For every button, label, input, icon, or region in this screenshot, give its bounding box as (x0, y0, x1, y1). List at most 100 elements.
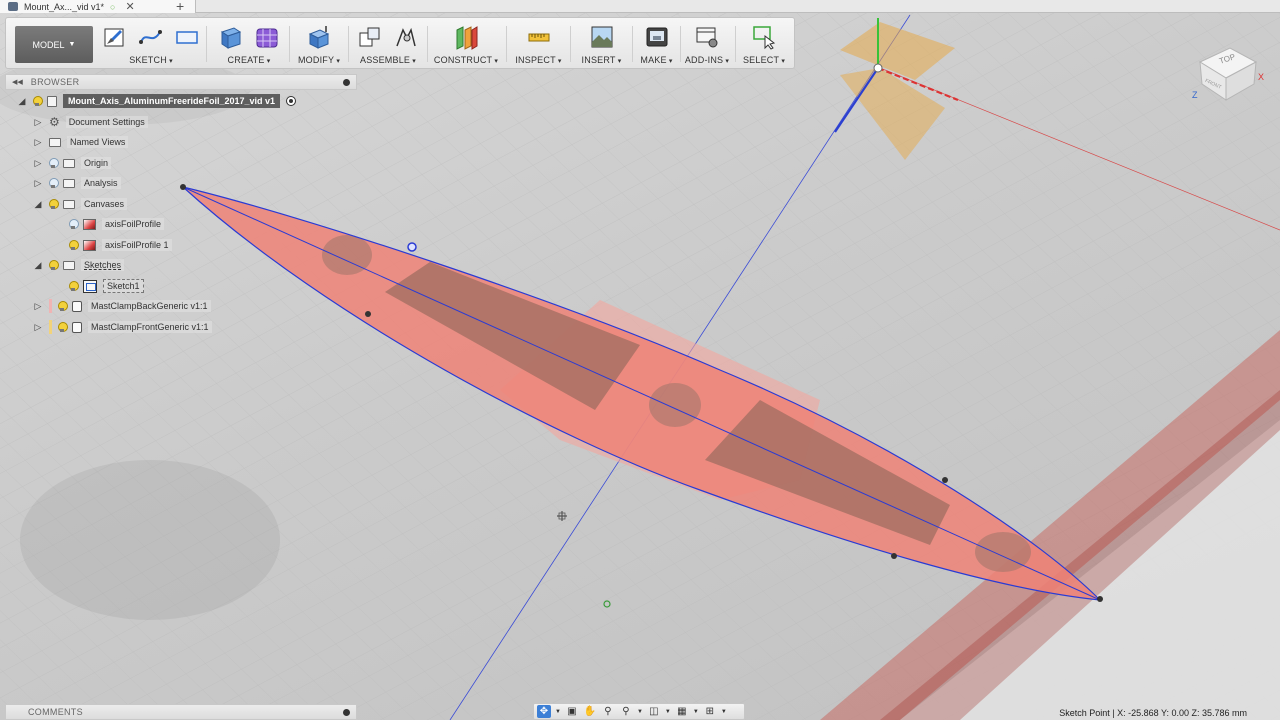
expand-triangle-icon[interactable]: ▷ (33, 137, 43, 148)
view-cube[interactable]: TOP FRONT X Z (1188, 40, 1270, 110)
sketch-icon (83, 279, 97, 293)
zoom-icon[interactable]: ⚲ (601, 705, 615, 718)
tree-item-label: Document Settings (65, 116, 148, 128)
document-tab[interactable]: Mount_Ax..._vid v1* ○ ✕ (0, 0, 196, 13)
browser-header[interactable]: ◀◀ BROWSER (5, 74, 357, 90)
new-tab-button[interactable]: + (176, 0, 184, 14)
inspect-group[interactable]: INSPECT (511, 22, 566, 68)
visibility-bulb-icon[interactable] (49, 199, 59, 209)
3d-print-icon[interactable] (644, 24, 670, 50)
scripts-icon[interactable] (694, 24, 720, 50)
make-group[interactable]: MAKE (634, 22, 679, 68)
visibility-bulb-icon[interactable] (49, 158, 59, 168)
browser-panel: ◀◀ BROWSER ◢ Mount_Axis_AluminumFreeride… (5, 74, 357, 344)
sketch-point[interactable] (891, 553, 897, 559)
visibility-bulb-icon[interactable] (58, 301, 68, 311)
activate-target-icon[interactable] (286, 96, 297, 106)
pin-icon[interactable] (343, 79, 350, 86)
tree-item-component[interactable]: ▷ MastClampFrontGeneric v1:1 (33, 318, 212, 336)
visibility-bulb-icon[interactable] (69, 219, 79, 229)
toolbar-divider (427, 26, 428, 62)
chevron-down-icon[interactable]: ▼ (693, 709, 699, 715)
measure-icon[interactable] (526, 24, 552, 50)
chevron-down-icon[interactable]: ▼ (721, 709, 727, 715)
folder-icon (49, 137, 61, 147)
insert-canvas-icon[interactable] (589, 24, 615, 50)
expand-triangle-icon[interactable]: ▷ (33, 301, 43, 312)
tree-item-origin[interactable]: ▷ Origin (33, 154, 112, 172)
create-sketch-icon[interactable] (102, 24, 128, 50)
tree-item-document-settings[interactable]: ▷ ⚙ Document Settings (33, 113, 148, 131)
visibility-bulb-icon[interactable] (49, 260, 59, 270)
sketch-point[interactable] (365, 311, 371, 317)
sketch-point[interactable] (942, 477, 948, 483)
expand-triangle-icon[interactable]: ▷ (33, 158, 43, 169)
document-icon (47, 95, 57, 107)
fit-icon[interactable]: ⚲ (619, 705, 633, 718)
visibility-bulb-icon[interactable] (58, 322, 68, 332)
workspace-switcher-button[interactable]: MODEL ▼ (15, 26, 93, 63)
insert-group[interactable]: INSERT (574, 22, 629, 68)
document-tab-title: Mount_Ax..._vid v1* (24, 1, 105, 12)
collapse-triangle-icon[interactable]: ◢ (33, 260, 43, 271)
sketch-point[interactable] (1097, 596, 1103, 602)
chevron-down-icon[interactable]: ▼ (555, 709, 561, 715)
tree-item-canvases[interactable]: ◢ Canvases (33, 195, 128, 213)
chevron-down-icon[interactable]: ▼ (665, 709, 671, 715)
sync-status-icon: ○ (110, 1, 116, 12)
construct-group[interactable]: CONSTRUCT (431, 22, 501, 68)
tree-item-component[interactable]: ▷ MastClampBackGeneric v1:1 (33, 297, 211, 315)
modify-group[interactable]: MODIFY (294, 22, 344, 68)
comments-panel[interactable]: COMMENTS (5, 704, 357, 720)
offset-plane-icon[interactable] (453, 24, 479, 50)
create-group[interactable]: CREATE (214, 22, 284, 68)
expand-triangle-icon[interactable]: ▷ (33, 178, 43, 189)
sketch-group[interactable]: SKETCH (101, 22, 201, 68)
visibility-bulb-icon[interactable] (69, 281, 79, 291)
add-ins-group[interactable]: ADD-INS (682, 22, 732, 68)
select-icon[interactable] (751, 24, 777, 50)
form-icon[interactable] (254, 24, 280, 50)
sketch-menu-label: SKETCH (129, 55, 173, 65)
new-component-icon[interactable] (357, 24, 383, 50)
tree-root[interactable]: ◢ Mount_Axis_AluminumFreerideFoil_2017_v… (17, 92, 297, 110)
close-icon[interactable]: ✕ (125, 0, 134, 13)
select-group[interactable]: SELECT (738, 22, 790, 68)
grid-icon[interactable]: ▦ (675, 705, 689, 718)
tree-item-canvas[interactable]: axisFoilProfile 1 (69, 236, 172, 254)
status-readout: Sketch Point | X: -25.868 Y: 0.00 Z: 35.… (1059, 708, 1247, 718)
collapse-panel-icon[interactable]: ◀◀ (12, 78, 23, 86)
press-pull-icon[interactable] (306, 24, 332, 50)
origin-point[interactable] (873, 63, 883, 73)
tree-item-canvas[interactable]: axisFoilProfile (69, 215, 165, 233)
visibility-bulb-icon[interactable] (33, 96, 43, 106)
root-component-label[interactable]: Mount_Axis_AluminumFreerideFoil_2017_vid… (63, 94, 281, 108)
component-icon (72, 300, 82, 312)
look-at-icon[interactable]: ▣ (565, 705, 579, 718)
move-icon[interactable]: ✥ (537, 705, 551, 718)
pan-icon[interactable]: ✋ (583, 705, 597, 718)
collapse-triangle-icon[interactable]: ◢ (33, 199, 43, 210)
chevron-down-icon[interactable]: ▼ (637, 709, 643, 715)
rectangle-icon[interactable] (174, 24, 200, 50)
joint-icon[interactable] (393, 24, 419, 50)
expand-triangle-icon[interactable]: ▷ (33, 322, 43, 333)
visibility-bulb-icon[interactable] (69, 240, 79, 250)
collapse-triangle-icon[interactable]: ◢ (17, 96, 27, 107)
tree-item-sketches[interactable]: ◢ Sketches (33, 256, 125, 274)
line-icon[interactable] (138, 24, 164, 50)
extrude-icon[interactable] (218, 24, 244, 50)
sketch-point[interactable] (407, 242, 417, 252)
visibility-bulb-icon[interactable] (49, 178, 59, 188)
pin-icon[interactable] (343, 709, 350, 716)
gear-icon: ⚙ (49, 115, 60, 129)
tree-item-sketch[interactable]: Sketch1 (69, 277, 144, 295)
tree-item-analysis[interactable]: ▷ Analysis (33, 174, 121, 192)
display-settings-icon[interactable]: ◫ (647, 705, 661, 718)
assemble-group[interactable]: ASSEMBLE (353, 22, 423, 68)
viewports-icon[interactable]: ⊞ (703, 705, 717, 718)
modify-menu-label: MODIFY (298, 55, 340, 65)
tree-item-label: Analysis (81, 177, 121, 189)
expand-triangle-icon[interactable]: ▷ (33, 117, 43, 128)
tree-item-named-views[interactable]: ▷ Named Views (33, 133, 129, 151)
